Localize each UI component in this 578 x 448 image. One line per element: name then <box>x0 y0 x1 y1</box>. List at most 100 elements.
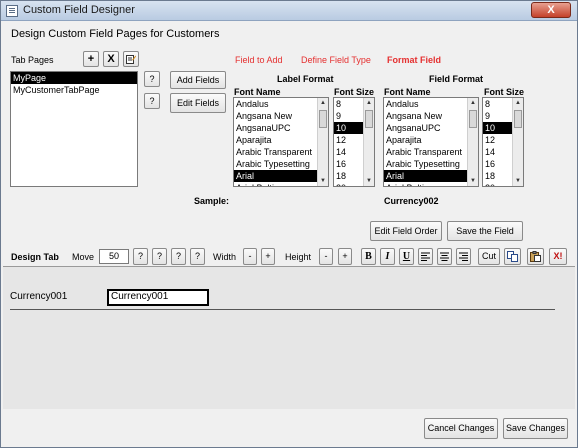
help-button-1[interactable]: ? <box>144 71 160 87</box>
copy-button[interactable] <box>504 248 521 265</box>
scrollbar[interactable]: ▲ ▼ <box>317 98 328 186</box>
list-item[interactable]: 10 <box>334 122 363 134</box>
design-canvas[interactable]: Currency001 Currency001 <box>3 266 575 409</box>
list-item[interactable]: 14 <box>334 146 363 158</box>
canvas-field-box[interactable]: Currency001 <box>107 289 209 306</box>
list-item[interactable]: 16 <box>334 158 363 170</box>
list-item[interactable]: AngsanaUPC <box>384 122 467 134</box>
italic-button[interactable]: I <box>380 248 395 265</box>
align-right-button[interactable] <box>456 248 471 265</box>
scrollbar[interactable]: ▲ ▼ <box>363 98 374 186</box>
list-item[interactable]: 8 <box>483 98 512 110</box>
underline-button[interactable]: U <box>399 248 414 265</box>
list-item[interactable]: Andalus <box>234 98 317 110</box>
list-item[interactable]: Aparajita <box>384 134 467 146</box>
scroll-thumb[interactable] <box>319 110 327 128</box>
bold-button[interactable]: B <box>361 248 376 265</box>
move-button-4[interactable]: ? <box>190 248 205 265</box>
width-minus-button[interactable]: - <box>243 248 257 265</box>
list-item[interactable]: 20 <box>483 182 512 186</box>
list-item[interactable]: 16 <box>483 158 512 170</box>
label-font-name-header: Font Name <box>234 87 281 97</box>
label-size-list[interactable]: 89101214161820▲▼ <box>333 97 375 187</box>
close-button[interactable]: X <box>531 2 571 18</box>
list-item[interactable]: 12 <box>483 134 512 146</box>
move-button-3[interactable]: ? <box>171 248 186 265</box>
delete-tab-button[interactable]: X <box>103 51 119 67</box>
move-input[interactable]: 50 <box>99 249 129 264</box>
list-item[interactable]: 12 <box>334 134 363 146</box>
scroll-thumb[interactable] <box>469 110 477 128</box>
list-item[interactable]: 8 <box>334 98 363 110</box>
list-item[interactable]: Aparajita <box>234 134 317 146</box>
scroll-up-icon[interactable]: ▲ <box>468 98 478 108</box>
label-font-list[interactable]: Andalus Angsana New AngsanaUPC Aparajita Ara… <box>233 97 329 187</box>
save-changes-button[interactable]: Save Changes <box>503 418 568 439</box>
tab-pages-list[interactable]: MyPage MyCustomerTabPage <box>10 71 138 187</box>
edit-field-order-button[interactable]: Edit Field Order <box>370 221 442 241</box>
scroll-down-icon[interactable]: ▼ <box>513 176 523 186</box>
scroll-down-icon[interactable]: ▼ <box>318 176 328 186</box>
list-item[interactable]: 14 <box>483 146 512 158</box>
list-item[interactable]: 10 <box>483 122 512 134</box>
cut-button[interactable]: Cut <box>478 248 500 265</box>
align-center-button[interactable] <box>437 248 452 265</box>
list-item[interactable]: Arabic Typesetting <box>384 158 467 170</box>
save-the-field-button[interactable]: Save the Field <box>447 221 523 241</box>
step-field-to-add: Field to Add <box>235 55 283 65</box>
list-item[interactable]: Angsana New <box>234 110 317 122</box>
paste-button[interactable] <box>527 248 544 265</box>
label-format-title: Label Format <box>277 74 334 84</box>
paste-icon <box>530 251 541 262</box>
align-left-button[interactable] <box>418 248 433 265</box>
scroll-up-icon[interactable]: ▲ <box>318 98 328 108</box>
list-item[interactable]: 9 <box>334 110 363 122</box>
list-item[interactable]: 20 <box>334 182 363 186</box>
scroll-down-icon[interactable]: ▼ <box>468 176 478 186</box>
list-item[interactable]: Arabic Transparent <box>234 146 317 158</box>
scroll-down-icon[interactable]: ▼ <box>364 176 374 186</box>
list-item[interactable]: Arabic Transparent <box>384 146 467 158</box>
add-tab-button[interactable]: + <box>83 51 99 67</box>
edit-icon <box>126 55 136 64</box>
move-button-2[interactable]: ? <box>152 248 167 265</box>
copy-icon <box>507 251 518 262</box>
list-item[interactable]: MyPage <box>11 72 137 84</box>
sample-value: Currency002 <box>384 196 439 206</box>
scroll-thumb[interactable] <box>514 110 522 128</box>
list-item[interactable]: Angsana New <box>384 110 467 122</box>
scrollbar[interactable]: ▲ ▼ <box>512 98 523 186</box>
list-item[interactable]: Andalus <box>384 98 467 110</box>
width-plus-button[interactable]: + <box>261 248 275 265</box>
field-size-list[interactable]: 89101214161820▲▼ <box>482 97 524 187</box>
list-item[interactable]: Arial <box>234 170 317 182</box>
add-fields-button[interactable]: Add Fields <box>170 71 226 89</box>
field-font-size-header: Font Size <box>484 87 524 97</box>
list-item[interactable]: 18 <box>334 170 363 182</box>
cancel-changes-button[interactable]: Cancel Changes <box>424 418 498 439</box>
field-font-list[interactable]: Andalus Angsana New AngsanaUPC Aparajita Ara… <box>383 97 479 187</box>
list-item[interactable]: Arial Baltic <box>234 182 317 186</box>
delete-field-button[interactable]: X! <box>549 248 567 265</box>
scroll-thumb[interactable] <box>365 110 373 128</box>
canvas-field-label[interactable]: Currency001 <box>10 291 67 302</box>
list-item[interactable]: 9 <box>483 110 512 122</box>
list-item[interactable]: MyCustomerTabPage <box>11 84 137 96</box>
height-plus-button[interactable]: + <box>338 248 352 265</box>
edit-tab-button[interactable] <box>123 51 139 67</box>
page-heading: Design Custom Field Pages for Customers <box>11 28 220 40</box>
canvas-baseline <box>10 309 555 310</box>
list-item[interactable]: 18 <box>483 170 512 182</box>
height-minus-button[interactable]: - <box>319 248 333 265</box>
edit-fields-button[interactable]: Edit Fields <box>170 93 226 113</box>
list-item[interactable]: AngsanaUPC <box>234 122 317 134</box>
align-left-icon <box>421 252 430 261</box>
scroll-up-icon[interactable]: ▲ <box>364 98 374 108</box>
scrollbar[interactable]: ▲ ▼ <box>467 98 478 186</box>
list-item[interactable]: Arial Baltic <box>384 182 467 186</box>
help-button-2[interactable]: ? <box>144 93 160 109</box>
list-item[interactable]: Arial <box>384 170 467 182</box>
scroll-up-icon[interactable]: ▲ <box>513 98 523 108</box>
list-item[interactable]: Arabic Typesetting <box>234 158 317 170</box>
move-button-1[interactable]: ? <box>133 248 148 265</box>
